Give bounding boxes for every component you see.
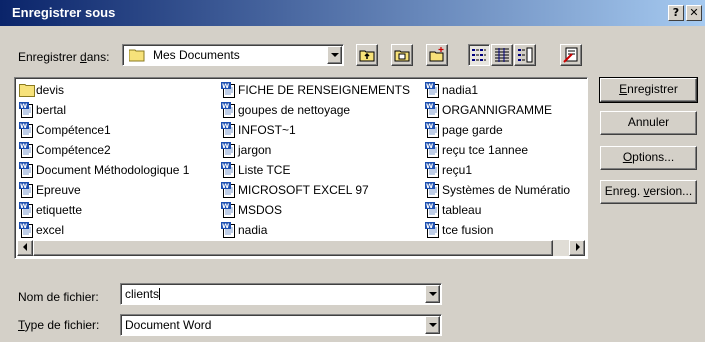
chevron-down-icon	[429, 323, 437, 327]
tools-button[interactable]	[560, 44, 582, 66]
svg-text:W: W	[426, 162, 433, 170]
file-name: excel	[36, 223, 65, 237]
svg-text:W: W	[426, 222, 433, 230]
tools-icon	[563, 47, 578, 63]
file-name: INFOST~1	[238, 123, 296, 137]
save-button[interactable]: Enregistrer	[599, 77, 698, 103]
new-folder-button[interactable]	[426, 44, 448, 66]
help-button[interactable]: ?	[668, 5, 684, 21]
file-name: devis	[36, 83, 65, 97]
file-name: tce fusion	[442, 223, 494, 237]
filename-label: Nom de fichier:	[18, 290, 99, 304]
up-folder-icon	[359, 50, 375, 62]
file-name: page garde	[442, 123, 503, 137]
filename-combo[interactable]: clients	[120, 283, 442, 305]
file-list[interactable]: devis Wbertal W Compétence1 W Compétence2 W Doc…	[14, 77, 588, 259]
file-name: Compétence2	[36, 143, 111, 157]
svg-text:W: W	[222, 222, 229, 230]
svg-text:W: W	[222, 122, 229, 130]
svg-text:W: W	[20, 202, 27, 210]
file-name: Epreuve	[36, 183, 81, 197]
list-view-icon	[472, 49, 486, 61]
filename-input[interactable]: clients	[125, 287, 161, 301]
chevron-right-icon	[576, 243, 580, 251]
file-name: FICHE DE RENSEIGNEMENTS	[238, 83, 411, 97]
svg-text:W: W	[426, 142, 433, 150]
close-button[interactable]: ✕	[686, 5, 702, 21]
properties-view-icon	[518, 47, 533, 63]
svg-text:W: W	[222, 142, 229, 150]
properties-view-button[interactable]	[514, 44, 536, 66]
list-view-button[interactable]	[468, 44, 490, 66]
filetype-label: Type de fichier:	[18, 318, 100, 332]
svg-text:W: W	[222, 182, 229, 190]
svg-text:W: W	[426, 82, 433, 90]
svg-text:W: W	[20, 182, 27, 190]
svg-text:W: W	[222, 102, 229, 110]
window-title: Enregistrer sous	[12, 5, 116, 20]
svg-text:W: W	[20, 222, 27, 230]
file-name: Compétence1	[36, 123, 111, 137]
svg-text:W: W	[426, 202, 433, 210]
filetype-dropdown-button[interactable]	[425, 316, 440, 334]
options-button[interactable]: Options...	[600, 146, 697, 170]
save-as-dialog: Enregistrer sous ? ✕ Enregistrer dans: M…	[0, 0, 705, 342]
filetype-select[interactable]: Document Word	[120, 314, 442, 336]
file-name: etiquette	[36, 203, 83, 217]
svg-text:W: W	[20, 102, 27, 110]
title-bar[interactable]: Enregistrer sous ? ✕	[0, 0, 705, 26]
details-view-icon	[495, 48, 509, 62]
svg-text:W: W	[222, 202, 229, 210]
svg-text:W: W	[222, 162, 229, 170]
file-name: ORGANNIGRAMME	[442, 103, 553, 117]
location-label: Enregistrer dans:	[18, 50, 110, 64]
file-name: Systèmes de Numératio	[442, 183, 571, 197]
file-name: Liste TCE	[238, 163, 291, 177]
new-folder-icon	[429, 47, 444, 62]
up-folder-button[interactable]	[356, 44, 378, 66]
svg-text:W: W	[426, 182, 433, 190]
horizontal-scrollbar[interactable]	[17, 240, 585, 256]
scroll-thumb[interactable]	[33, 240, 553, 256]
file-name: goupes de nettoyage	[238, 103, 351, 117]
svg-text:W: W	[426, 122, 433, 130]
location-dropdown-button[interactable]	[327, 46, 342, 64]
scroll-left-button[interactable]	[17, 240, 33, 256]
file-name: nadia	[238, 223, 268, 237]
svg-text:W: W	[426, 102, 433, 110]
file-name: tableau	[442, 203, 482, 217]
file-name: MSDOS	[238, 203, 283, 217]
svg-text:W: W	[20, 142, 27, 150]
file-name: reçu tce 1annee	[442, 143, 529, 157]
chevron-down-icon	[429, 292, 437, 296]
file-name: bertal	[36, 103, 67, 117]
file-name: MICROSOFT EXCEL 97	[238, 183, 369, 197]
file-name: Document Méthodologique 1	[36, 163, 190, 177]
location-combo[interactable]: Mes Documents	[122, 44, 344, 66]
chevron-left-icon	[23, 243, 27, 251]
file-name: reçu1	[442, 163, 473, 177]
location-value: Mes Documents	[153, 48, 240, 62]
filetype-value: Document Word	[125, 318, 212, 332]
cancel-button[interactable]: Annuler	[600, 111, 697, 135]
chevron-down-icon	[331, 53, 339, 57]
svg-text:W: W	[20, 122, 27, 130]
folder-icon	[129, 49, 145, 62]
details-view-button[interactable]	[491, 44, 513, 66]
scroll-right-button[interactable]	[569, 240, 585, 256]
svg-text:W: W	[20, 162, 27, 170]
file-name: nadia1	[442, 83, 479, 97]
save-version-button[interactable]: Enreg. version...	[600, 180, 697, 204]
filename-dropdown-button[interactable]	[425, 285, 440, 303]
file-name: jargon	[238, 143, 272, 157]
desktop-icon	[394, 50, 410, 62]
desktop-button[interactable]	[391, 44, 413, 66]
svg-text:W: W	[222, 82, 229, 90]
